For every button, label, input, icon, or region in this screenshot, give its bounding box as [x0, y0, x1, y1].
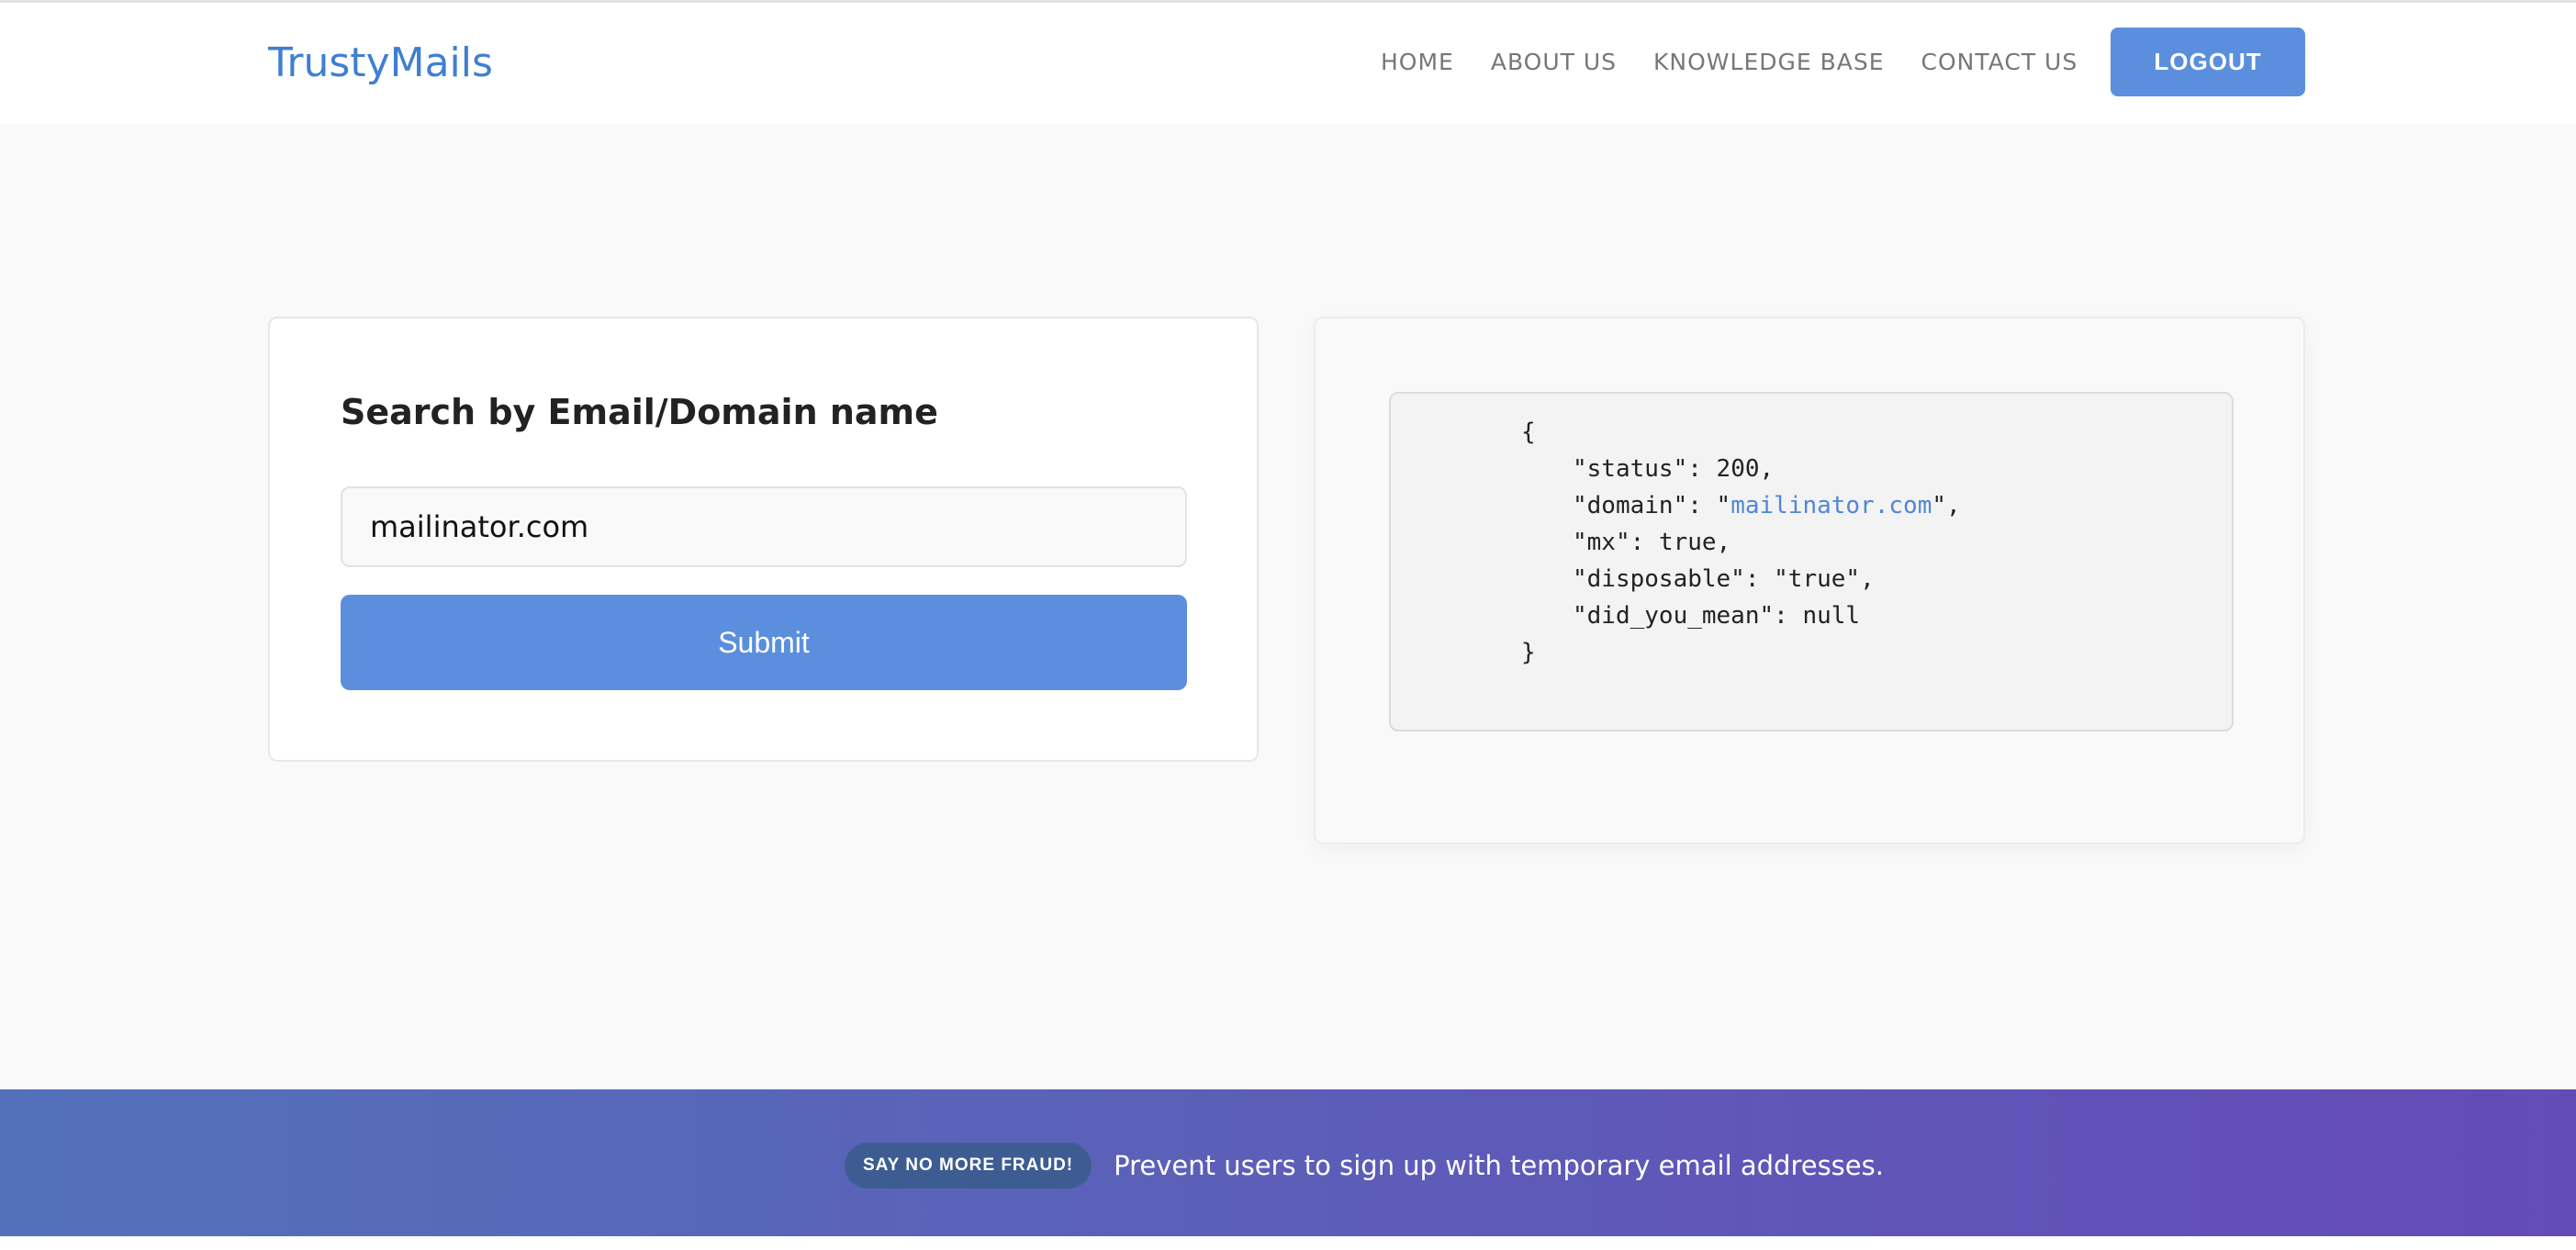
- json-value: 200: [1716, 455, 1760, 483]
- result-card: { "status": 200, "domain": "mailinator.com…: [1314, 317, 2305, 844]
- bottom-strip: [0, 1236, 2576, 1250]
- nav-contact-us[interactable]: CONTACT US: [1921, 49, 2078, 75]
- json-key: "did_you_mean": [1573, 602, 1775, 630]
- logout-button[interactable]: LOGOUT: [2111, 28, 2305, 96]
- submit-button[interactable]: Submit: [341, 595, 1187, 690]
- fraud-badge: SAY NO MORE FRAUD!: [845, 1143, 1092, 1189]
- page: TrustyMails HOME ABOUT US KNOWLEDGE BASE…: [0, 0, 2576, 1250]
- json-result: { "status": 200, "domain": "mailinator.com…: [1389, 392, 2234, 731]
- json-close-brace: }: [1521, 639, 1536, 666]
- json-value: "true": [1774, 565, 1861, 593]
- json-line-did-you-mean: "did_you_mean": null: [1573, 602, 1861, 630]
- nav-links: HOME ABOUT US KNOWLEDGE BASE CONTACT US: [1381, 49, 2114, 75]
- brand-logo[interactable]: TrustyMails: [268, 39, 493, 86]
- json-key: "mx": [1573, 529, 1630, 556]
- json-line-disposable: "disposable": "true",: [1573, 565, 1875, 593]
- footer-banner: SAY NO MORE FRAUD! Prevent users to sign…: [0, 1089, 2576, 1236]
- json-value: null: [1802, 602, 1861, 630]
- search-title: Search by Email/Domain name: [341, 392, 938, 432]
- footer-content: SAY NO MORE FRAUD! Prevent users to sign…: [845, 1143, 1884, 1189]
- nav-knowledge-base[interactable]: KNOWLEDGE BASE: [1653, 49, 1885, 75]
- json-key: "status": [1573, 455, 1688, 483]
- nav-about-us[interactable]: ABOUT US: [1491, 49, 1617, 75]
- json-line-mx: "mx": true,: [1573, 529, 1731, 556]
- json-key: "domain": [1573, 492, 1688, 519]
- footer-tagline: Prevent users to sign up with temporary …: [1114, 1150, 1884, 1181]
- json-key: "disposable": [1573, 565, 1745, 593]
- json-line-status: "status": 200,: [1573, 455, 1775, 483]
- navbar: TrustyMails HOME ABOUT US KNOWLEDGE BASE…: [0, 3, 2576, 124]
- json-domain-link[interactable]: mailinator.com: [1730, 492, 1932, 519]
- main-content: Search by Email/Domain name Submit { "sta…: [0, 124, 2576, 1089]
- search-input[interactable]: [341, 486, 1187, 567]
- json-line-domain: "domain": "mailinator.com",: [1573, 492, 1961, 519]
- search-card: Search by Email/Domain name Submit: [268, 317, 1259, 762]
- json-value: true: [1658, 529, 1717, 556]
- json-open-brace: {: [1521, 419, 1536, 446]
- nav-home[interactable]: HOME: [1381, 49, 1454, 75]
